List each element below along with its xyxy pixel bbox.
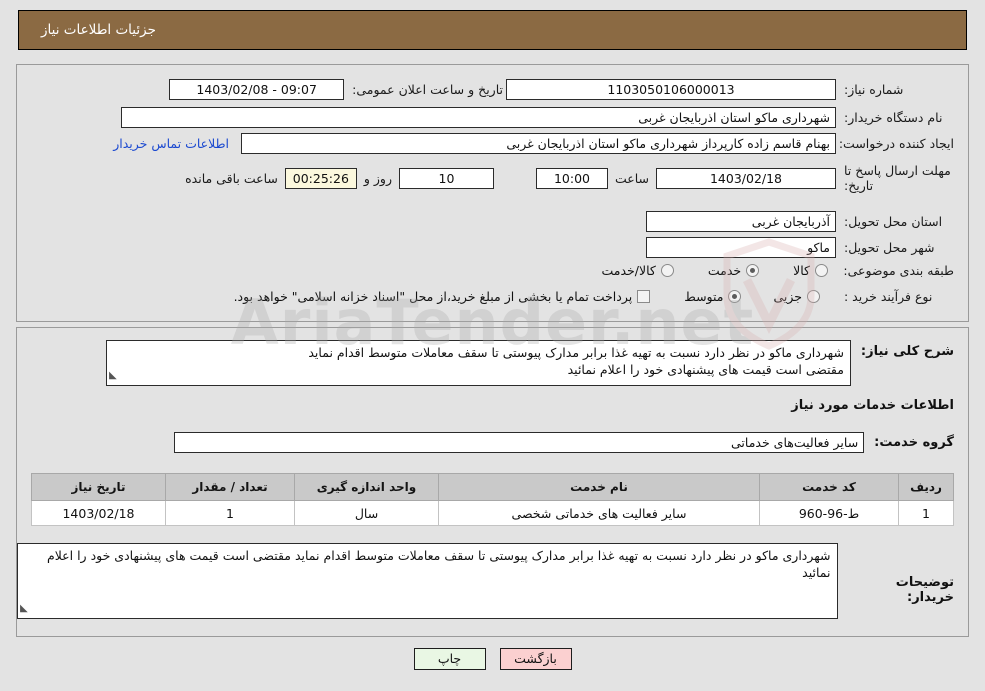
buyer-org-value: شهرداری ماکو استان اذربایجان غربی <box>121 107 836 128</box>
back-button[interactable]: بازگشت <box>499 648 572 670</box>
need-details-panel: شرح کلی نیاز: شهرداری ماکو در نظر دارد ن… <box>16 327 969 637</box>
requester-value: بهنام قاسم زاده کارپرداز شهرداری ماکو اس… <box>241 133 836 154</box>
cell-unit: سال <box>294 500 439 526</box>
process-type-label: نوع فرآیند خرید : <box>844 289 933 304</box>
radio-jozii-icon[interactable] <box>807 290 820 303</box>
need-number-label: شماره نیاز: <box>844 82 904 97</box>
need-number-value: 1103050106000013 <box>506 79 836 100</box>
category-option-kala-label: کالا <box>793 263 810 278</box>
action-button-bar: بازگشت چاپ <box>0 648 985 670</box>
table-row: 1 ط-96-960 سایر فعالیت های خدماتی شخصی س… <box>31 500 954 526</box>
cell-row-no: 1 <box>898 500 954 526</box>
services-table: ردیف کد خدمت نام خدمت واحد اندازه گیری ت… <box>31 473 954 526</box>
deadline-days-value: 10 <box>398 167 494 189</box>
category-option-kala-khedmat[interactable]: کالا/خدمت <box>601 263 674 278</box>
row-buyer-notes: توضیحات خریدار: شهرداری ماکو در نظر دارد… <box>17 543 954 619</box>
city-label: شهر محل تحویل: <box>844 240 935 255</box>
buyer-notes-value: شهرداری ماکو در نظر دارد نسبت به تهیه غذ… <box>46 548 831 580</box>
buyer-notes-label: توضیحات خریدار: <box>895 575 954 605</box>
services-section-heading: اطلاعات خدمات مورد نیاز <box>791 398 954 413</box>
resize-grip-icon[interactable]: ◢ <box>109 367 117 384</box>
city-value: ماکو <box>646 237 836 258</box>
radio-khedmat-icon[interactable] <box>746 264 760 277</box>
need-summary-panel: شماره نیاز: 1103050106000013 تاریخ و ساع… <box>16 64 969 322</box>
print-button[interactable]: چاپ <box>413 648 486 670</box>
process-option-jozii[interactable]: جزیی <box>773 289 820 304</box>
category-option-kala-khedmat-label: کالا/خدمت <box>601 263 656 278</box>
category-option-khedmat[interactable]: خدمت <box>707 263 760 278</box>
cell-need-date: 1403/02/18 <box>31 500 166 526</box>
resize-grip-icon[interactable]: ◢ <box>20 600 28 617</box>
cell-service-code: ط-96-960 <box>759 500 899 526</box>
row-category: طبقه بندی موضوعی: کالا خدمت کالا/خدمت <box>601 263 954 278</box>
cell-service-name: سایر فعالیت های خدماتی شخصی <box>438 500 760 526</box>
service-group-label: گروه خدمت: <box>874 435 954 450</box>
col-need-date: تاریخ نیاز <box>31 473 166 501</box>
row-buyer-org: نام دستگاه خریدار: شهرداری ماکو استان اذ… <box>121 107 954 128</box>
row-need-description: شرح کلی نیاز: شهرداری ماکو در نظر دارد ن… <box>105 340 954 386</box>
deadline-hour-label: ساعت <box>614 170 649 186</box>
radio-kala-khedmat-icon[interactable] <box>660 264 674 277</box>
deadline-label: مهلت ارسال پاسخ تا تاریخ: <box>844 163 951 193</box>
deadline-countdown-value: 00:25:26 <box>284 167 357 189</box>
row-process-type: نوع فرآیند خرید : جزیی متوسط پرداخت تمام… <box>234 289 954 304</box>
col-unit: واحد اندازه گیری <box>294 473 439 501</box>
row-service-group: گروه خدمت: سایر فعالیت‌های خدماتی <box>174 432 954 453</box>
col-row-no: ردیف <box>898 473 954 501</box>
radio-motavaset-icon[interactable] <box>728 290 742 303</box>
page-header-bar: جزئیات اطلاعات نیاز <box>18 10 967 50</box>
process-option-motavaset-label: متوسط <box>684 289 724 304</box>
page-title: جزئیات اطلاعات نیاز <box>41 22 156 38</box>
treasury-payment-checkbox-icon[interactable] <box>637 290 651 303</box>
need-description-value: شهرداری ماکو در نظر دارد نسبت به تهیه غذ… <box>308 345 844 377</box>
need-description-label: شرح کلی نیاز: <box>860 344 954 359</box>
col-service-code: کد خدمت <box>759 473 899 501</box>
table-header-row: ردیف کد خدمت نام خدمت واحد اندازه گیری ت… <box>31 473 954 501</box>
requester-label: ایجاد کننده درخواست: <box>838 136 954 151</box>
treasury-payment-checkbox-group[interactable]: پرداخت تمام یا بخشی از مبلغ خرید،از محل … <box>234 289 651 304</box>
province-label: استان محل تحویل: <box>844 214 943 229</box>
process-option-motavaset[interactable]: متوسط <box>684 289 742 304</box>
deadline-days-label: روز و <box>363 170 392 186</box>
radio-kala-icon[interactable] <box>815 264 828 277</box>
buyer-contact-link[interactable]: اطلاعات تماس خریدار <box>113 136 229 151</box>
buyer-org-label: نام دستگاه خریدار: <box>844 110 943 125</box>
row-need-number: شماره نیاز: 1103050106000013 <box>506 79 954 100</box>
row-deadline: مهلت ارسال پاسخ تا تاریخ: 1403/02/18 ساع… <box>185 163 954 193</box>
announce-datetime-value: 1403/02/08 - 09:07 <box>169 79 345 100</box>
deadline-date-value: 1403/02/18 <box>656 167 836 189</box>
deadline-remaining-label: ساعت باقی مانده <box>185 170 278 186</box>
category-option-kala[interactable]: کالا <box>793 263 828 278</box>
service-group-value: سایر فعالیت‌های خدماتی <box>174 432 865 453</box>
buyer-notes-textarea[interactable]: شهرداری ماکو در نظر دارد نسبت به تهیه غذ… <box>17 543 838 619</box>
process-option-jozii-label: جزیی <box>773 289 802 304</box>
category-option-khedmat-label: خدمت <box>707 263 742 278</box>
province-value: آذربایجان غربی <box>646 211 836 232</box>
deadline-time-value: 10:00 <box>535 167 608 189</box>
row-city: شهر محل تحویل: ماکو <box>646 237 954 258</box>
col-quantity: تعداد / مقدار <box>165 473 295 501</box>
need-description-textarea[interactable]: شهرداری ماکو در نظر دارد نسبت به تهیه غذ… <box>105 340 851 386</box>
row-requester: ایجاد کننده درخواست: بهنام قاسم زاده کار… <box>113 133 954 154</box>
col-service-name: نام خدمت <box>438 473 760 501</box>
row-province: استان محل تحویل: آذربایجان غربی <box>646 211 954 232</box>
treasury-payment-checkbox-label: پرداخت تمام یا بخشی از مبلغ خرید،از محل … <box>233 289 633 304</box>
cell-quantity: 1 <box>165 500 295 526</box>
row-announce-datetime: تاریخ و ساعت اعلان عمومی: 1403/02/08 - 0… <box>169 79 503 100</box>
category-label: طبقه بندی موضوعی: <box>843 263 954 278</box>
announce-datetime-label: تاریخ و ساعت اعلان عمومی: <box>352 82 503 97</box>
